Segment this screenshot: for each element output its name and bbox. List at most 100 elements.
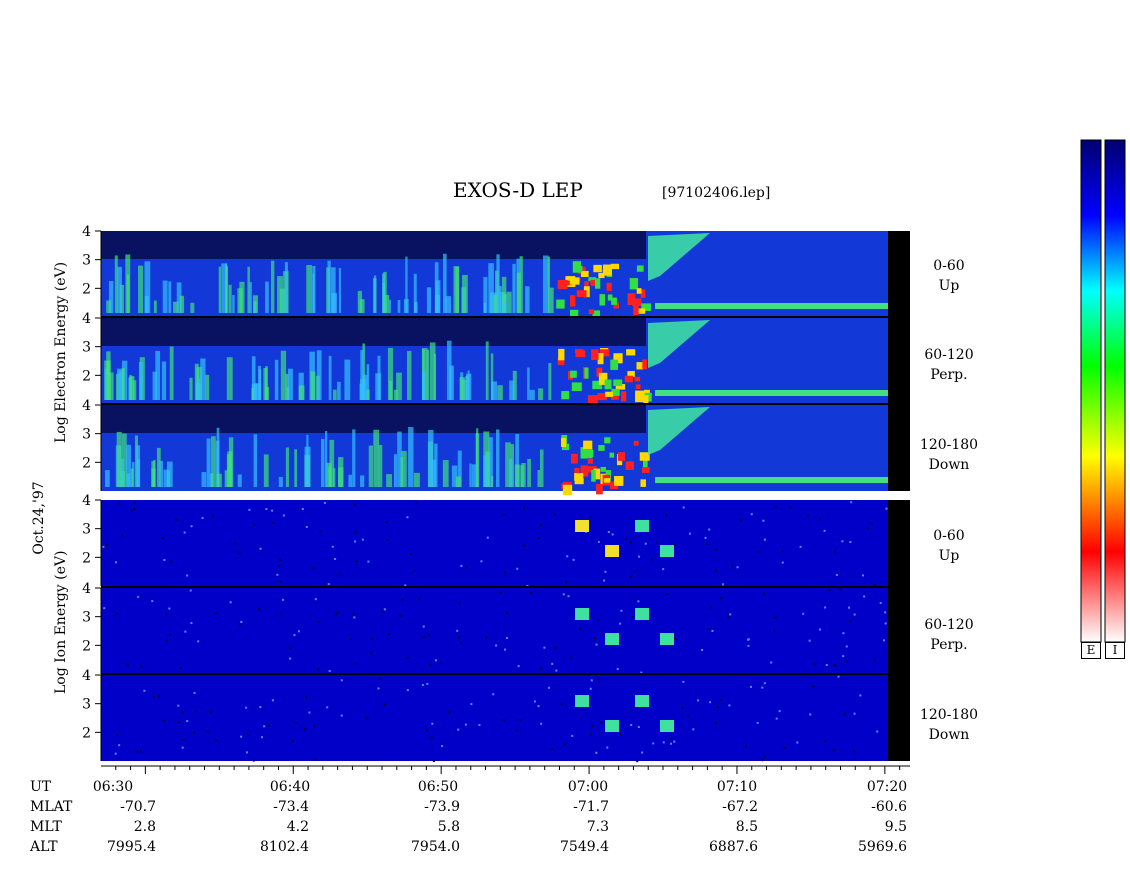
noise-speck [271, 699, 274, 702]
flux-streak [348, 474, 353, 487]
flux-streak [508, 458, 513, 487]
noise-speck [763, 593, 766, 596]
noise-speck [651, 558, 654, 561]
y-tick-label: 4 [82, 224, 91, 240]
y-tick-label: 3 [82, 522, 91, 538]
noise-speck [162, 719, 165, 722]
flux-streak [237, 474, 242, 487]
spectrogram-panel: 4 3 2 [82, 398, 910, 496]
mlt-row: MLT 2.8 4.2 5.8 7.3 8.5 9.5 [0, 819, 1130, 839]
noise-speck [169, 633, 172, 636]
noise-speck [763, 755, 766, 758]
noise-speck [120, 534, 123, 537]
noise-speck [422, 625, 425, 628]
panel-label-i-perp: 60-120 Perp. [916, 615, 982, 655]
noise-speck [543, 646, 546, 649]
noise-speck [533, 700, 536, 703]
y-tick-label: 3 [82, 610, 91, 626]
noise-speck [170, 560, 173, 563]
y-label-word: Log [53, 416, 69, 443]
flux-streak [525, 286, 530, 313]
mlat-value: -73.4 [273, 799, 309, 815]
flux-streak [278, 476, 283, 487]
noise-speck [457, 728, 460, 731]
flux-hotspot [604, 379, 612, 390]
noise-speck [293, 634, 296, 637]
panel-range: 60-120 [924, 347, 974, 363]
noise-speck [807, 514, 810, 517]
flux-streak [206, 438, 211, 487]
panel-background [101, 588, 888, 674]
noise-speck [305, 525, 308, 528]
noise-speck [641, 751, 644, 754]
noise-speck [848, 606, 851, 609]
flux-hotspot [575, 265, 583, 272]
flux-streak [277, 276, 283, 313]
noise-speck [340, 679, 343, 682]
noise-speck [136, 750, 139, 753]
noise-speck [184, 630, 187, 633]
noise-speck [502, 513, 505, 516]
flux-streak [491, 476, 494, 487]
noise-speck [335, 613, 338, 616]
noise-speck [105, 544, 108, 547]
noise-speck [441, 745, 444, 748]
noise-speck [328, 670, 331, 673]
noise-speck [715, 721, 718, 724]
flux-streak [324, 430, 328, 487]
noise-speck [682, 680, 685, 683]
mlat-row: MLAT -70.7 -73.4 -73.9 -71.7 -67.2 -60.6 [0, 799, 1130, 819]
ion-feature [635, 520, 649, 532]
noise-speck [709, 701, 712, 704]
flux-hotspot [571, 382, 582, 392]
mlat-value: -67.2 [722, 799, 758, 815]
flux-streak [205, 374, 210, 400]
flux-streak [455, 266, 459, 313]
noise-speck [502, 719, 505, 722]
noise-speck [354, 662, 357, 665]
flux-streak [224, 470, 228, 487]
flux-hotspot [633, 440, 639, 446]
noise-speck [882, 639, 885, 642]
flux-hotspot [587, 458, 593, 464]
ut-value: 07:00 [567, 779, 609, 795]
noise-speck [662, 568, 665, 571]
mlt-value: 7.3 [586, 819, 609, 835]
noise-speck [597, 618, 600, 621]
flux-streak [344, 359, 351, 400]
flux-streak [469, 463, 472, 487]
noise-speck [716, 706, 719, 709]
noise-speck [506, 637, 509, 640]
noise-speck [607, 531, 610, 534]
noise-speck [863, 595, 866, 598]
noise-speck [540, 523, 543, 526]
noise-speck [595, 751, 598, 754]
noise-speck [103, 607, 106, 610]
noise-speck [366, 717, 369, 720]
noise-speck [809, 713, 812, 716]
flux-streak [129, 374, 132, 400]
flux-streak [407, 350, 412, 400]
noise-speck [590, 516, 593, 519]
noise-speck [841, 540, 844, 543]
noise-speck [422, 635, 425, 638]
noise-speck [876, 730, 879, 733]
y-label-word: Energy [53, 295, 69, 347]
noise-speck [432, 759, 435, 762]
noise-speck [183, 531, 186, 534]
noise-speck [778, 710, 781, 713]
noise-speck [331, 545, 334, 548]
flux-streak [360, 475, 365, 487]
flux-streak [312, 273, 315, 313]
panel-direction: Down [928, 727, 970, 743]
flux-streak [169, 346, 174, 400]
flux-streak [327, 260, 331, 313]
flux-hotspot [570, 370, 577, 378]
noise-speck [197, 640, 200, 643]
noise-speck [789, 506, 792, 509]
noise-speck [843, 713, 846, 716]
noise-speck [312, 567, 315, 570]
colorbar-electron [1080, 139, 1102, 643]
ut-value: 07:20 [866, 779, 908, 795]
noise-speck [470, 703, 473, 706]
